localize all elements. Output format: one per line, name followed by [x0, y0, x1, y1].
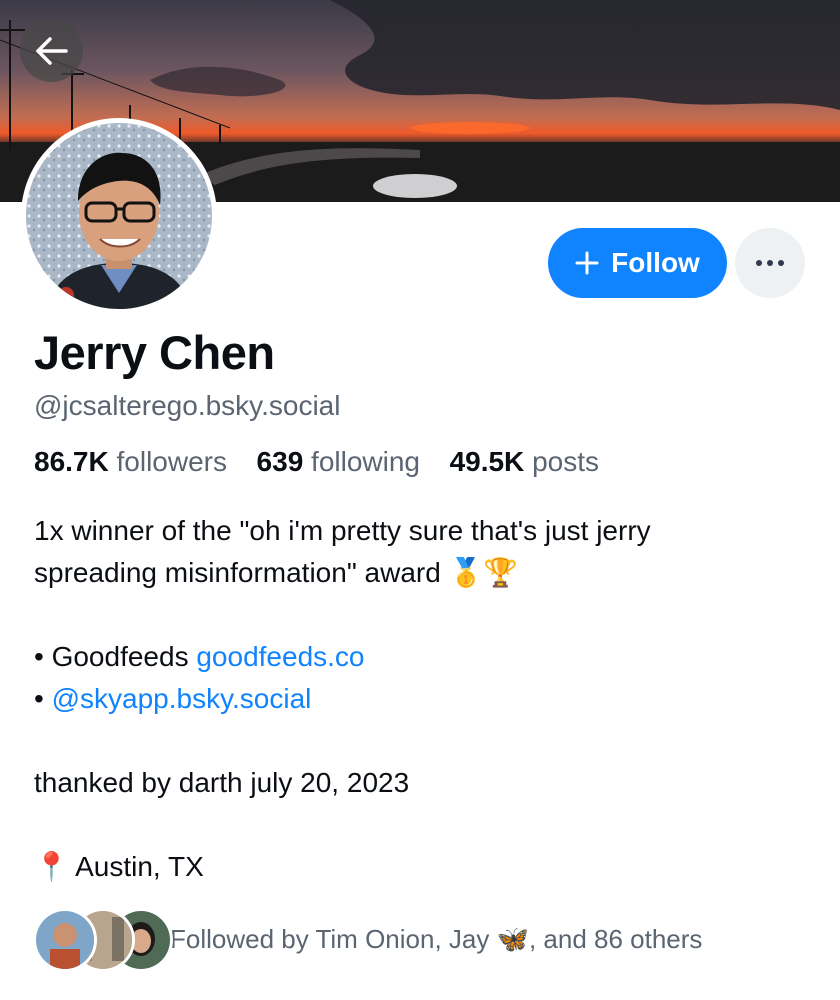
follower-avatar	[33, 908, 97, 972]
follow-button-label: Follow	[611, 247, 700, 278]
bio-bullet-text: • Goodfeeds	[34, 641, 197, 672]
ellipsis-icon	[756, 260, 784, 266]
profile-stats: 86.7K followers 639 following 49.5K post…	[34, 446, 599, 478]
followers-stat[interactable]: 86.7K followers	[34, 446, 235, 477]
profile-bio: 1x winner of the "oh i'm pretty sure tha…	[34, 510, 814, 888]
bio-bullet-goodfeeds: • Goodfeeds goodfeeds.co	[34, 636, 814, 678]
known-followers[interactable]: Followed by Tim Onion, Jay 🦋, and 86 oth…	[33, 908, 823, 974]
posts-count: 49.5K	[449, 446, 525, 477]
followers-count: 86.7K	[34, 446, 109, 477]
posts-label: posts	[532, 446, 599, 477]
goodfeeds-link[interactable]: goodfeeds.co	[196, 641, 364, 672]
following-count: 639	[256, 446, 304, 477]
follow-button[interactable]: Follow	[548, 228, 727, 298]
more-options-button[interactable]	[735, 228, 805, 298]
arrow-left-icon	[35, 36, 68, 65]
following-stat[interactable]: 639 following	[257, 446, 428, 477]
bio-line: 1x winner of the "oh i'm pretty sure tha…	[34, 515, 651, 546]
avatar-photo	[26, 123, 212, 309]
bio-bullet-skyapp: • @skyapp.bsky.social	[34, 678, 814, 720]
display-name: Jerry Chen	[34, 326, 275, 379]
followers-label: followers	[116, 446, 227, 477]
plus-icon	[575, 251, 599, 275]
following-label: following	[311, 446, 420, 477]
skyapp-mention-link[interactable]: @skyapp.bsky.social	[52, 683, 312, 714]
bio-location: 📍 Austin, TX	[34, 851, 204, 882]
bio-bullet-text: •	[34, 683, 52, 714]
avatar[interactable]	[21, 118, 217, 314]
followed-by-text: Followed by Tim Onion, Jay 🦋, and 86 oth…	[170, 924, 703, 954]
bio-line: spreading misinformation" award 🥇🏆	[34, 557, 519, 588]
posts-stat: 49.5K posts	[450, 446, 599, 477]
profile-handle[interactable]: @jcsalterego.bsky.social	[34, 390, 340, 422]
bio-thanked-line: thanked by darth july 20, 2023	[34, 767, 410, 798]
back-button[interactable]	[20, 19, 83, 82]
